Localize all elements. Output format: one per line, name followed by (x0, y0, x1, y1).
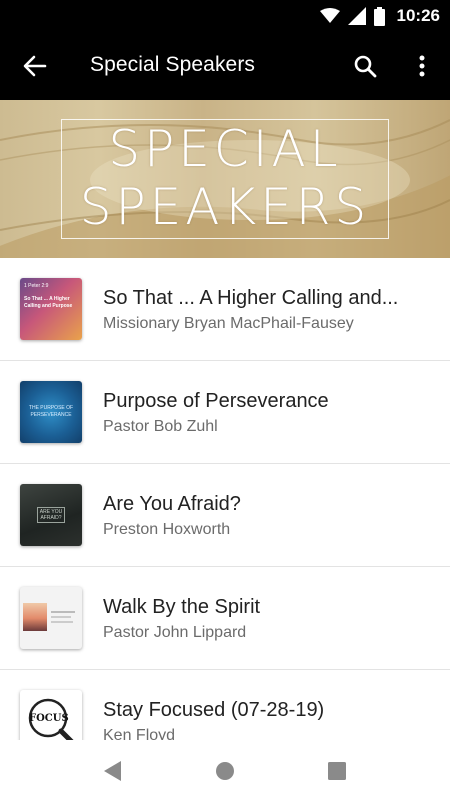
speaker-name: Missionary Bryan MacPhail-Fausey (103, 315, 354, 332)
thumb-text-1: 1 Peter 2:9 (24, 283, 49, 289)
status-bar: 10:26 (0, 0, 450, 32)
speaker-name: Ken Floyd (103, 727, 176, 740)
search-button[interactable] (348, 50, 382, 82)
list-item[interactable]: Walk By the Spirit Pastor John Lippard (0, 567, 450, 670)
arrow-left-icon (23, 55, 47, 77)
page-title: Special Speakers (90, 53, 256, 76)
sermon-thumbnail: 1 Peter 2:9 So That ... A Higher Calling… (20, 278, 82, 340)
sermon-title: So That ... A Higher Calling and... (103, 287, 399, 309)
thumb-text-3: Calling and Purpose (24, 303, 73, 309)
back-button[interactable] (18, 50, 52, 82)
wifi-icon (319, 8, 340, 23)
speaker-name: Preston Hoxworth (103, 521, 231, 538)
app-bar: Special Speakers (0, 32, 450, 100)
sermon-title: Are You Afraid? (103, 493, 241, 515)
thumb-text-1: THE PURPOSE OF (28, 405, 74, 411)
nav-home-button[interactable] (212, 758, 238, 784)
thumb-text-1: FOCUS (29, 713, 69, 724)
signal-icon (347, 7, 366, 25)
sermon-title: Purpose of Perseverance (103, 390, 329, 412)
list-item[interactable]: FOCUS Stay Focused (07-28-19) Ken Floyd (0, 670, 450, 740)
triangle-back-icon (104, 761, 121, 781)
nav-recents-button[interactable] (324, 758, 350, 784)
system-nav-bar (0, 740, 450, 800)
sermon-title: Walk By the Spirit (103, 596, 261, 618)
sermon-list: 1 Peter 2:9 So That ... A Higher Calling… (0, 258, 450, 740)
sermon-title: Stay Focused (07-28-19) (103, 699, 325, 721)
thumb-text-2: PERSEVERANCE (30, 412, 72, 418)
more-vertical-icon (419, 55, 425, 77)
nav-back-button[interactable] (99, 758, 125, 784)
more-options-button[interactable] (408, 50, 436, 82)
search-icon (354, 55, 377, 78)
square-recents-icon (328, 762, 346, 780)
sermon-thumbnail: ARE YOU AFRAID? (20, 484, 82, 546)
banner-title-line2: SPEAKERS (79, 178, 371, 236)
thumb-text-2: So That ... A Higher (24, 296, 70, 302)
list-item[interactable]: ARE YOU AFRAID? Are You Afraid? Preston … (0, 464, 450, 567)
thumb-text-2: AFRAID? (40, 515, 62, 521)
circle-home-icon (216, 762, 234, 780)
status-icons: 10:26 (319, 6, 440, 26)
banner-title-line1: SPECIAL (108, 120, 342, 178)
sermon-thumbnail: THE PURPOSE OF PERSEVERANCE (20, 381, 82, 443)
status-time: 10:26 (396, 6, 440, 25)
sermon-thumbnail: FOCUS (20, 690, 82, 740)
speaker-name: Pastor John Lippard (103, 624, 247, 641)
list-item[interactable]: 1 Peter 2:9 So That ... A Higher Calling… (0, 258, 450, 361)
battery-icon (373, 6, 385, 26)
sermon-thumbnail (20, 587, 82, 649)
speaker-name: Pastor Bob Zuhl (103, 418, 218, 435)
list-item[interactable]: THE PURPOSE OF PERSEVERANCE Purpose of P… (0, 361, 450, 464)
